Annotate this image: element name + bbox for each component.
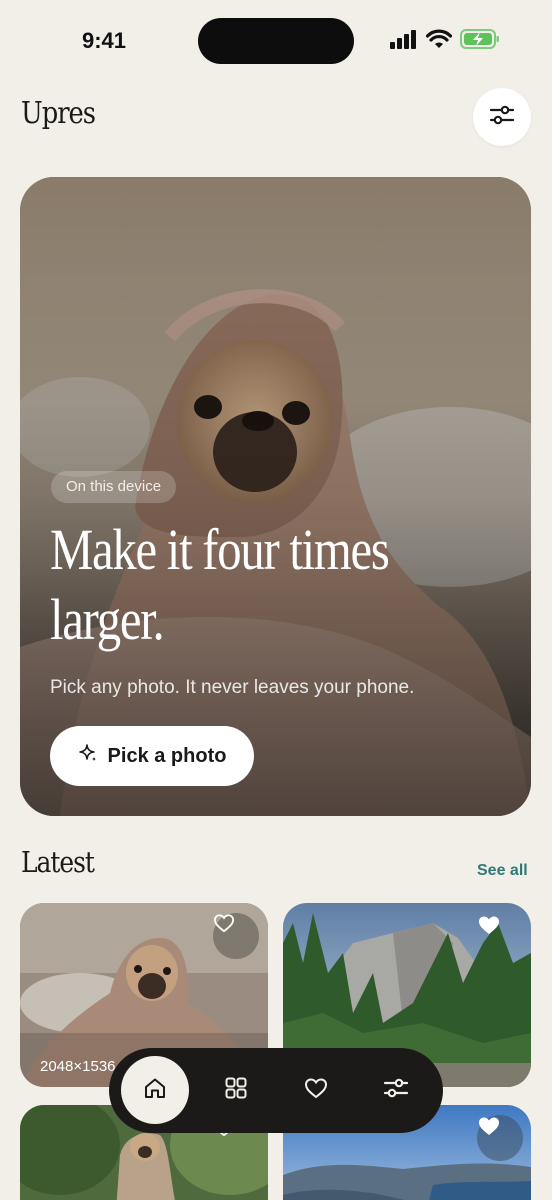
grid-icon: [224, 1076, 248, 1104]
pick-photo-button[interactable]: Pick a photo: [50, 726, 254, 786]
app-title: Upres: [21, 96, 96, 131]
see-all-link[interactable]: See all: [477, 862, 528, 880]
filter-settings-button[interactable]: [473, 88, 531, 146]
tab-home[interactable]: [121, 1056, 189, 1124]
sliders-icon: [489, 103, 515, 131]
latest-section-title: Latest: [21, 845, 95, 879]
tab-favorites[interactable]: [282, 1056, 350, 1124]
tab-gallery[interactable]: [202, 1056, 270, 1124]
pick-photo-label: Pick a photo: [107, 744, 227, 767]
status-bar: 9:41: [0, 0, 552, 80]
hero-card: On this device Make it four times larger…: [20, 177, 531, 816]
hero-headline-line-2: larger.: [50, 587, 165, 652]
hero-subtitle: Pick any photo. It never leaves your pho…: [50, 677, 415, 698]
photo-dimensions: 2048×1536: [40, 1058, 116, 1075]
favorite-button[interactable]: [477, 914, 523, 960]
favorite-button[interactable]: [213, 913, 259, 959]
sliders-icon: [383, 1076, 409, 1104]
heart-icon: [304, 1077, 328, 1103]
bottom-tab-bar: [109, 1048, 443, 1133]
dynamic-island: [198, 18, 354, 64]
tab-settings[interactable]: [362, 1056, 430, 1124]
battery-charging-icon: [460, 28, 500, 54]
sparkle-icon: [78, 743, 98, 769]
favorite-button[interactable]: [477, 1115, 523, 1161]
wifi-icon: [425, 29, 453, 53]
status-icons: [390, 29, 500, 53]
home-icon: [143, 1076, 167, 1104]
hero-headline: Make it four times larger.: [50, 515, 520, 655]
cellular-signal-icon: [390, 29, 418, 53]
status-time: 9:41: [82, 28, 127, 53]
hero-headline-line-1: Make it four times: [50, 517, 390, 582]
on-device-badge: On this device: [51, 471, 177, 503]
